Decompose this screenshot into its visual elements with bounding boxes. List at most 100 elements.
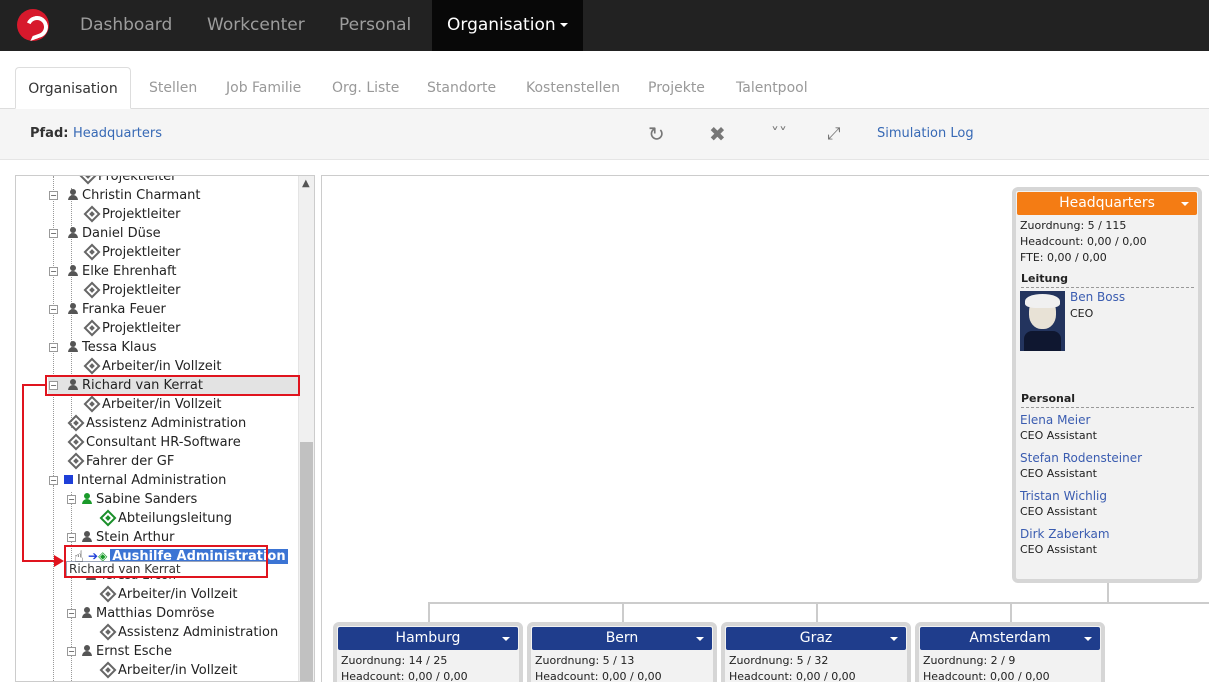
tree-node[interactable]: Abteilungsleitung (99, 509, 232, 528)
tree-node[interactable]: Arbeiter/in Vollzeit (83, 357, 222, 376)
nav-organisation[interactable]: Organisation (432, 0, 583, 51)
tree-node[interactable]: Internal Administration (64, 471, 226, 490)
tree-node[interactable]: Projektleiter (83, 319, 181, 338)
simulation-log-link[interactable]: Simulation Log (877, 126, 974, 141)
collapse-icon[interactable]: − (49, 343, 58, 352)
dropdown-caret-icon[interactable] (502, 637, 510, 641)
tree-node-label: Daniel Düse (82, 226, 161, 241)
leader-name[interactable]: Ben Boss (1066, 289, 1125, 305)
org-tree-panel[interactable]: Projektleiter − Christin Charmant Projek… (15, 175, 315, 682)
tab-job-familie[interactable]: Job Familie (226, 67, 301, 109)
staff-name[interactable]: Stefan Rodensteiner (1016, 450, 1198, 466)
tree-node-label: Arbeiter/in Vollzeit (118, 663, 238, 678)
scroll-up-icon[interactable]: ▲ (302, 178, 310, 189)
person-icon (82, 493, 92, 504)
card-header[interactable]: Amsterdam (920, 627, 1100, 650)
collapse-icon[interactable]: − (67, 533, 76, 542)
tree-node[interactable]: Sabine Sanders (82, 490, 197, 509)
annotation-line (22, 560, 56, 562)
tree-node[interactable]: Daniel Düse (68, 224, 161, 243)
tree-node[interactable]: Matthias Domröse (82, 604, 215, 623)
position-icon (99, 623, 117, 641)
position-icon (83, 281, 101, 299)
close-icon[interactable]: ✖ (709, 123, 726, 145)
nav-workcenter[interactable]: Workcenter (207, 0, 305, 51)
tree-node[interactable]: Tessa Klaus (68, 338, 157, 357)
tree-node[interactable]: Elke Ehrenhaft (68, 262, 176, 281)
stat-zuordnung: Zuordnung: 2 / 9 (923, 654, 1016, 667)
breadcrumb-label: Pfad: (30, 126, 69, 141)
card-title: Headquarters (1059, 195, 1155, 211)
tab-organisation[interactable]: Organisation (15, 67, 131, 109)
fullscreen-icon[interactable]: ⤢ (827, 123, 841, 145)
tab-talentpool[interactable]: Talentpool (736, 67, 808, 109)
collapse-icon[interactable]: − (49, 229, 58, 238)
dropdown-caret-icon[interactable] (696, 637, 704, 641)
collapse-icon[interactable]: − (49, 476, 58, 485)
card-header[interactable]: Hamburg (338, 627, 518, 650)
headquarters-card[interactable]: Headquarters Zuordnung: 5 / 115 Headcoun… (1012, 187, 1202, 583)
expand-all-icon[interactable]: ˅˅ (771, 123, 787, 145)
tree-scrollbar[interactable]: ▲ (298, 176, 314, 681)
card-title: Graz (799, 630, 833, 646)
tree-node[interactable]: Assistenz Administration (99, 623, 278, 642)
card-header[interactable]: Headquarters (1017, 192, 1197, 215)
tree-node[interactable]: Arbeiter/in Vollzeit (83, 395, 222, 414)
tab-standorte[interactable]: Standorte (427, 67, 496, 109)
nav-dashboard[interactable]: Dashboard (80, 0, 172, 51)
collapse-icon[interactable]: − (49, 305, 58, 314)
app-logo-icon[interactable] (17, 9, 49, 41)
collapse-icon[interactable]: − (67, 647, 76, 656)
tree-node[interactable]: Christin Charmant (68, 186, 201, 205)
position-icon (67, 452, 85, 470)
collapse-icon[interactable]: − (49, 267, 58, 276)
dropdown-caret-icon[interactable] (890, 637, 898, 641)
refresh-icon[interactable]: ↻ (648, 123, 665, 145)
tree-node[interactable]: Assistenz Administration (67, 414, 246, 433)
tree-node[interactable]: Ernst Esche (82, 642, 172, 661)
tree-node[interactable]: Projektleiter (79, 176, 177, 186)
dropdown-caret-icon[interactable] (1181, 202, 1189, 206)
staff-name[interactable]: Elena Meier (1016, 412, 1198, 428)
stat-zuordnung: Zuordnung: 5 / 13 (535, 654, 635, 667)
location-card-amsterdam[interactable]: Amsterdam Zuordnung: 2 / 9 Headcount: 0,… (915, 622, 1105, 682)
top-navbar: Dashboard Workcenter Personal Organisati… (0, 0, 1209, 51)
position-icon (83, 319, 101, 337)
location-card-bern[interactable]: Bern Zuordnung: 5 / 13 Headcount: 0,00 /… (527, 622, 717, 682)
person-icon (68, 303, 78, 314)
tree-node[interactable]: Arbeiter/in Vollzeit (99, 661, 238, 680)
position-icon (83, 395, 101, 413)
dropdown-caret-icon[interactable] (1084, 637, 1092, 641)
tree-node[interactable]: Projektleiter (83, 243, 181, 262)
card-header[interactable]: Graz (726, 627, 906, 650)
tree-node[interactable]: Projektleiter (83, 281, 181, 300)
tab-projekte[interactable]: Projekte (648, 67, 705, 109)
card-header[interactable]: Bern (532, 627, 712, 650)
tree-guide (53, 176, 54, 486)
tab-org-liste[interactable]: Org. Liste (332, 67, 399, 109)
staff-name[interactable]: Dirk Zaberkam (1016, 526, 1198, 542)
tab-kostenstellen[interactable]: Kostenstellen (526, 67, 620, 109)
tree-node[interactable]: Consultant HR-Software (67, 433, 241, 452)
position-icon (67, 414, 85, 432)
breadcrumb-link[interactable]: Headquarters (73, 126, 162, 141)
staff-name[interactable]: Tristan Wichlig (1016, 488, 1198, 504)
leader-avatar[interactable] (1020, 291, 1065, 351)
nav-personal[interactable]: Personal (339, 0, 411, 51)
collapse-icon[interactable]: − (67, 609, 76, 618)
location-card-hamburg[interactable]: Hamburg Zuordnung: 14 / 25 Headcount: 0,… (333, 622, 523, 682)
tab-stellen[interactable]: Stellen (149, 67, 197, 109)
scrollbar-thumb[interactable] (300, 442, 313, 681)
chart-connector (816, 602, 818, 624)
collapse-icon[interactable]: − (67, 495, 76, 504)
location-card-graz[interactable]: Graz Zuordnung: 5 / 32 Headcount: 0,00 /… (721, 622, 911, 682)
collapse-icon[interactable]: − (49, 191, 58, 200)
tree-node[interactable]: Fahrer der GF (67, 452, 174, 471)
tree-node[interactable]: Arbeiter/in Vollzeit (99, 585, 238, 604)
tree-node[interactable]: Projektleiter (83, 205, 181, 224)
org-chart-canvas[interactable]: Headquarters Zuordnung: 5 / 115 Headcoun… (321, 175, 1209, 682)
annotation-arrowhead-icon (54, 555, 64, 567)
tree-node[interactable]: Franka Feuer (68, 300, 166, 319)
tree-guide (53, 486, 54, 681)
card-title: Hamburg (395, 630, 461, 646)
